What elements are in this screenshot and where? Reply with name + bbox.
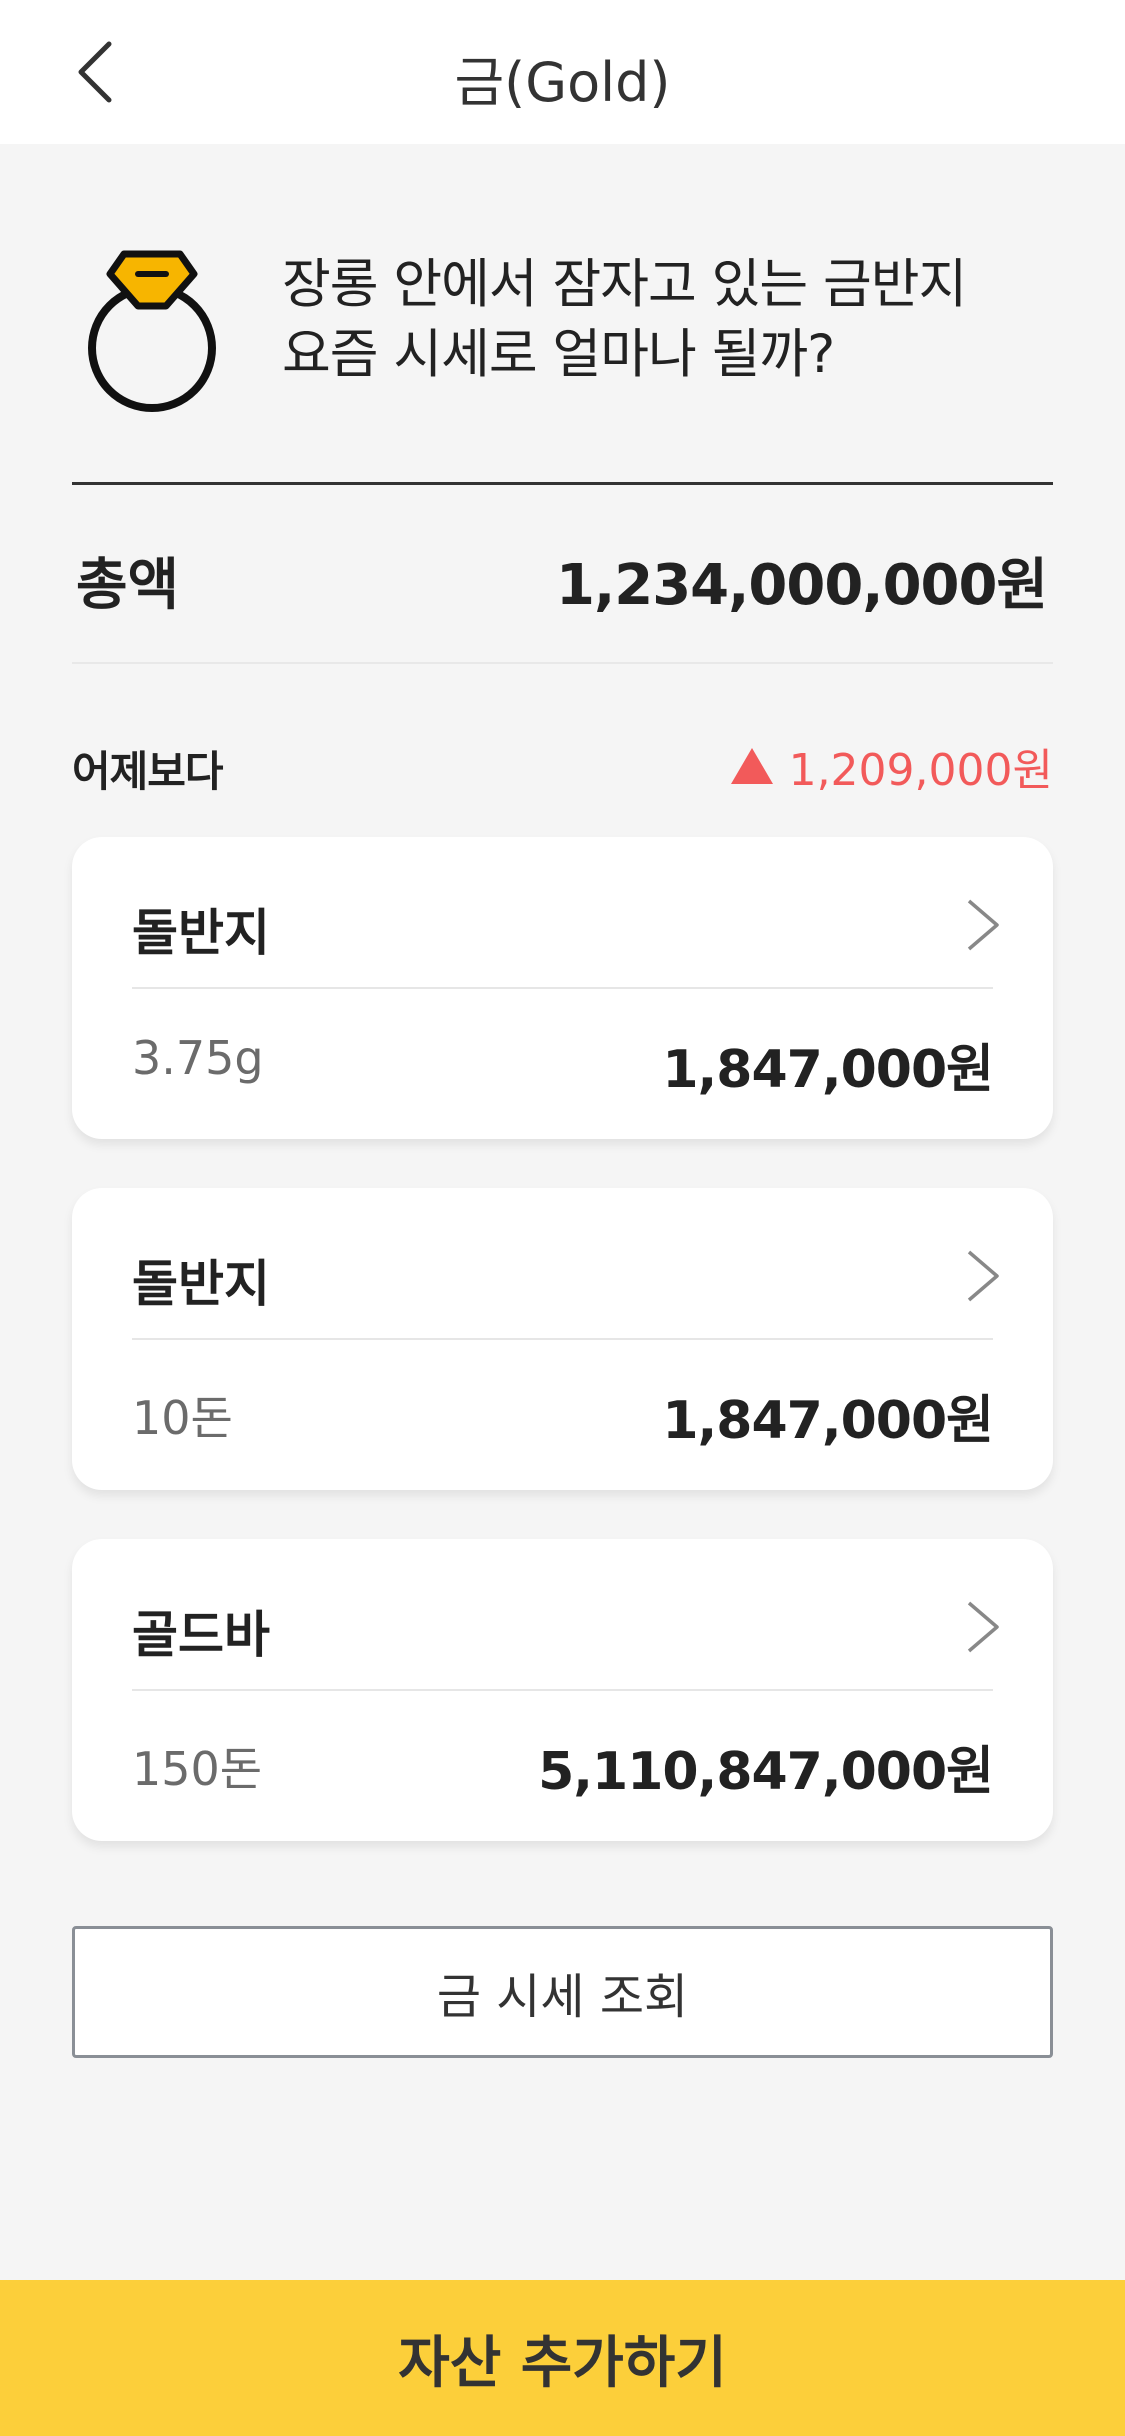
intro-section: 장롱 안에서 잠자고 있는 금반지 요즘 시세로 얼마나 될까?	[72, 236, 1057, 436]
asset-card[interactable]: 골드바 150돈 5,110,847,000원	[72, 1539, 1053, 1841]
triangle-up-icon	[730, 748, 773, 784]
asset-card[interactable]: 돌반지 3.75g 1,847,000원	[72, 837, 1053, 1139]
asset-card-title: 골드바	[132, 1606, 270, 1664]
gold-ring-icon	[88, 250, 216, 412]
card-divider	[132, 1338, 993, 1340]
asset-card[interactable]: 돌반지 10돈 1,847,000원	[72, 1188, 1053, 1490]
asset-card-quantity: 10돈	[132, 1391, 233, 1445]
daily-change-amount: 1,209,000원	[788, 745, 1053, 796]
page-title: 금(Gold)	[454, 51, 671, 114]
asset-card-title: 돌반지	[132, 904, 270, 962]
asset-card-quantity: 3.75g	[132, 1031, 264, 1085]
total-divider	[72, 662, 1053, 664]
section-divider	[72, 482, 1053, 485]
gold-price-lookup-button[interactable]: 금 시세 조회	[72, 1926, 1053, 2058]
asset-card-quantity: 150돈	[132, 1742, 263, 1796]
asset-card-amount: 1,847,000원	[662, 1040, 994, 1100]
asset-card-title: 돌반지	[132, 1255, 270, 1313]
chevron-right-icon	[967, 1250, 999, 1302]
total-value: 1,234,000,000원	[556, 553, 1048, 618]
intro-headline: 장롱 안에서 잠자고 있는 금반지 요즘 시세로 얼마나 될까?	[282, 250, 967, 390]
intro-line-2: 요즘 시세로 얼마나 될까?	[282, 324, 835, 385]
daily-change-value: 1,209,000원	[730, 734, 1053, 798]
card-divider	[132, 1689, 993, 1691]
chevron-right-icon	[967, 1601, 999, 1653]
total-label: 총액	[76, 553, 180, 618]
top-nav-bar: 금(Gold)	[0, 0, 1125, 144]
daily-change-label: 어제보다	[72, 747, 224, 796]
asset-card-amount: 5,110,847,000원	[538, 1742, 994, 1802]
add-asset-button[interactable]: 자산 추가하기	[0, 2280, 1125, 2436]
asset-card-amount: 1,847,000원	[662, 1391, 994, 1451]
card-divider	[132, 987, 993, 989]
chevron-right-icon	[967, 899, 999, 951]
intro-line-1: 장롱 안에서 잠자고 있는 금반지	[282, 254, 967, 315]
